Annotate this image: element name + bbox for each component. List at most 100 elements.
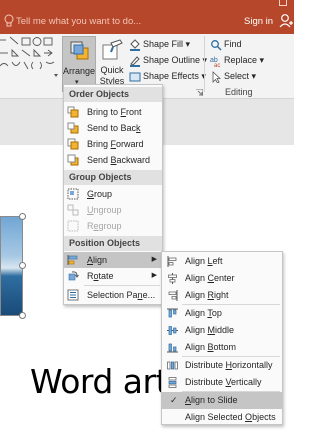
menu-item-align[interactable]: Align ▶ (64, 252, 162, 268)
shape-fill-label: Shape Fill (143, 39, 184, 49)
arrange-label: Arrange (63, 66, 96, 76)
label-part: orizontally (232, 360, 273, 370)
submenu-item-label: Align Middle (185, 322, 234, 339)
align-bottom-icon (167, 343, 178, 353)
paint-bucket-icon (130, 39, 140, 51)
label-part: Align (185, 308, 208, 318)
menu-item-label: Align (87, 252, 107, 268)
checkmark-icon: ✓ (170, 395, 178, 405)
tell-me-input[interactable]: Tell me what you want to do... (16, 16, 141, 27)
menu-item-bring-forward[interactable]: Bring Forward (64, 136, 162, 152)
menu-item-label: Rotate (87, 268, 114, 284)
title-bar (0, 0, 294, 8)
label-part: ront (126, 107, 142, 117)
resize-handle[interactable] (19, 213, 26, 220)
label-part: Bring (87, 139, 111, 149)
submenu-item-label: Align Bottom (185, 339, 236, 356)
sign-in-link[interactable]: Sign in (244, 16, 273, 27)
label-part: ngroup (93, 205, 122, 215)
align-middle-icon (167, 326, 178, 335)
label-part: lign (93, 255, 108, 265)
submenu-item-align-selected-objects[interactable]: Align Selected Objects (162, 409, 282, 426)
label-part: ottom (213, 342, 237, 352)
submenu-item-label: Distribute Horizontally (185, 357, 273, 374)
resize-handle[interactable] (19, 262, 26, 269)
access-key: M (207, 325, 216, 335)
resize-handle[interactable] (19, 312, 26, 319)
submenu-item-align-left[interactable]: Align Left (162, 253, 282, 270)
submenu-item-label: Align Center (185, 270, 235, 287)
menu-item-selection-pane[interactable]: Selection Pane... (64, 287, 162, 303)
menu-item-label: Send to Back (87, 120, 141, 136)
submenu-item-label: Align Left (185, 253, 223, 270)
menu-item-label: Selection Pane... (87, 287, 155, 303)
label-part: orward (116, 139, 144, 149)
arrange-icon (70, 41, 89, 60)
submenu-item-align-bottom[interactable]: Align Bottom (162, 339, 282, 356)
distribute-vertically-icon (168, 377, 177, 388)
group-icon (67, 188, 79, 200)
share-icon[interactable] (279, 13, 293, 29)
submenu-item-align-to-slide[interactable]: ✓ Align to Slide (162, 392, 282, 409)
send-backward-icon (67, 154, 79, 166)
label-part: roup (94, 189, 113, 199)
label-part: enter (214, 273, 235, 283)
menu-separator (84, 285, 160, 286)
menu-item-label: Send Backward (87, 152, 150, 168)
label-part: ight (214, 290, 229, 300)
menu-item-label: Bring Forward (87, 136, 144, 152)
label-part: lign to Slide (191, 395, 238, 405)
bring-to-front-icon (67, 106, 79, 118)
label-part: Align Selected (185, 412, 246, 422)
shapes-gallery[interactable] (0, 36, 58, 80)
menu-item-label: Ungroup (87, 202, 122, 218)
editing-group-label: Editing (225, 87, 253, 97)
shape-effects-icon (129, 72, 141, 82)
menu-item-bring-to-front[interactable]: Bring to Front (64, 104, 162, 120)
menu-item-label: Regroup (87, 218, 122, 234)
label-part: Align (185, 273, 208, 283)
submenu-item-align-center[interactable]: Align Center (162, 270, 282, 287)
wordart-text[interactable]: Word art (30, 362, 169, 401)
submenu-item-align-right[interactable]: Align Right (162, 287, 282, 304)
menu-item-label: Group (87, 186, 112, 202)
access-key: G (87, 189, 95, 199)
menu-item-send-backward[interactable]: Send Backward (64, 152, 162, 168)
menu-item-label: Bring to Front (87, 104, 142, 120)
submenu-item-align-middle[interactable]: Align Middle (162, 322, 282, 339)
tell-me-bar: Tell me what you want to do... Sign in (0, 8, 294, 34)
arrange-menu: Order Objects Bring to Front Send to Bac… (63, 84, 163, 305)
label-part: Distribute (185, 377, 226, 387)
replace-icon: ab ac (210, 57, 220, 67)
replace-label: Replace (224, 55, 258, 65)
menu-item-rotate[interactable]: Rotate ▶ (64, 268, 162, 284)
select-label: Select (224, 71, 250, 81)
ribbon-group-separator (204, 36, 205, 92)
submenu-item-label: Align to Slide (185, 392, 238, 409)
shape-outline-label: Shape Outline (143, 55, 201, 65)
label-part: Send (87, 155, 111, 165)
ungroup-icon (67, 204, 79, 216)
align-submenu: Align Left Align Center Align Right Alig… (161, 251, 283, 425)
label-part: Send to Bac (87, 123, 137, 133)
dialog-launcher-icon[interactable] (196, 89, 203, 96)
label-part: Align (185, 342, 208, 352)
shape-effects-label: Shape Effects (143, 71, 199, 81)
ribbon-display-options-icon[interactable] (279, 0, 287, 6)
find-label: Find (224, 39, 242, 49)
submenu-item-align-top[interactable]: Align Top (162, 305, 282, 322)
menu-header-order-objects: Order Objects (64, 87, 162, 102)
search-icon (211, 40, 222, 51)
quick-styles-icon (102, 39, 123, 60)
submenu-arrow-icon: ▶ (151, 256, 157, 263)
submenu-item-distribute-vertically[interactable]: Distribute Vertically (162, 374, 282, 391)
menu-item-ungroup[interactable]: Ungroup (64, 202, 162, 218)
menu-item-group[interactable]: Group (64, 186, 162, 202)
svg-text:ac: ac (214, 63, 220, 67)
submenu-item-distribute-horizontally[interactable]: Distribute Horizontally (162, 357, 282, 374)
menu-item-send-to-back[interactable]: Send to Back (64, 120, 162, 136)
menu-item-regroup[interactable]: Regroup (64, 218, 162, 234)
label-part: Bring to (87, 107, 121, 117)
label-part: iddle (215, 325, 235, 335)
label-part: op (211, 308, 222, 318)
